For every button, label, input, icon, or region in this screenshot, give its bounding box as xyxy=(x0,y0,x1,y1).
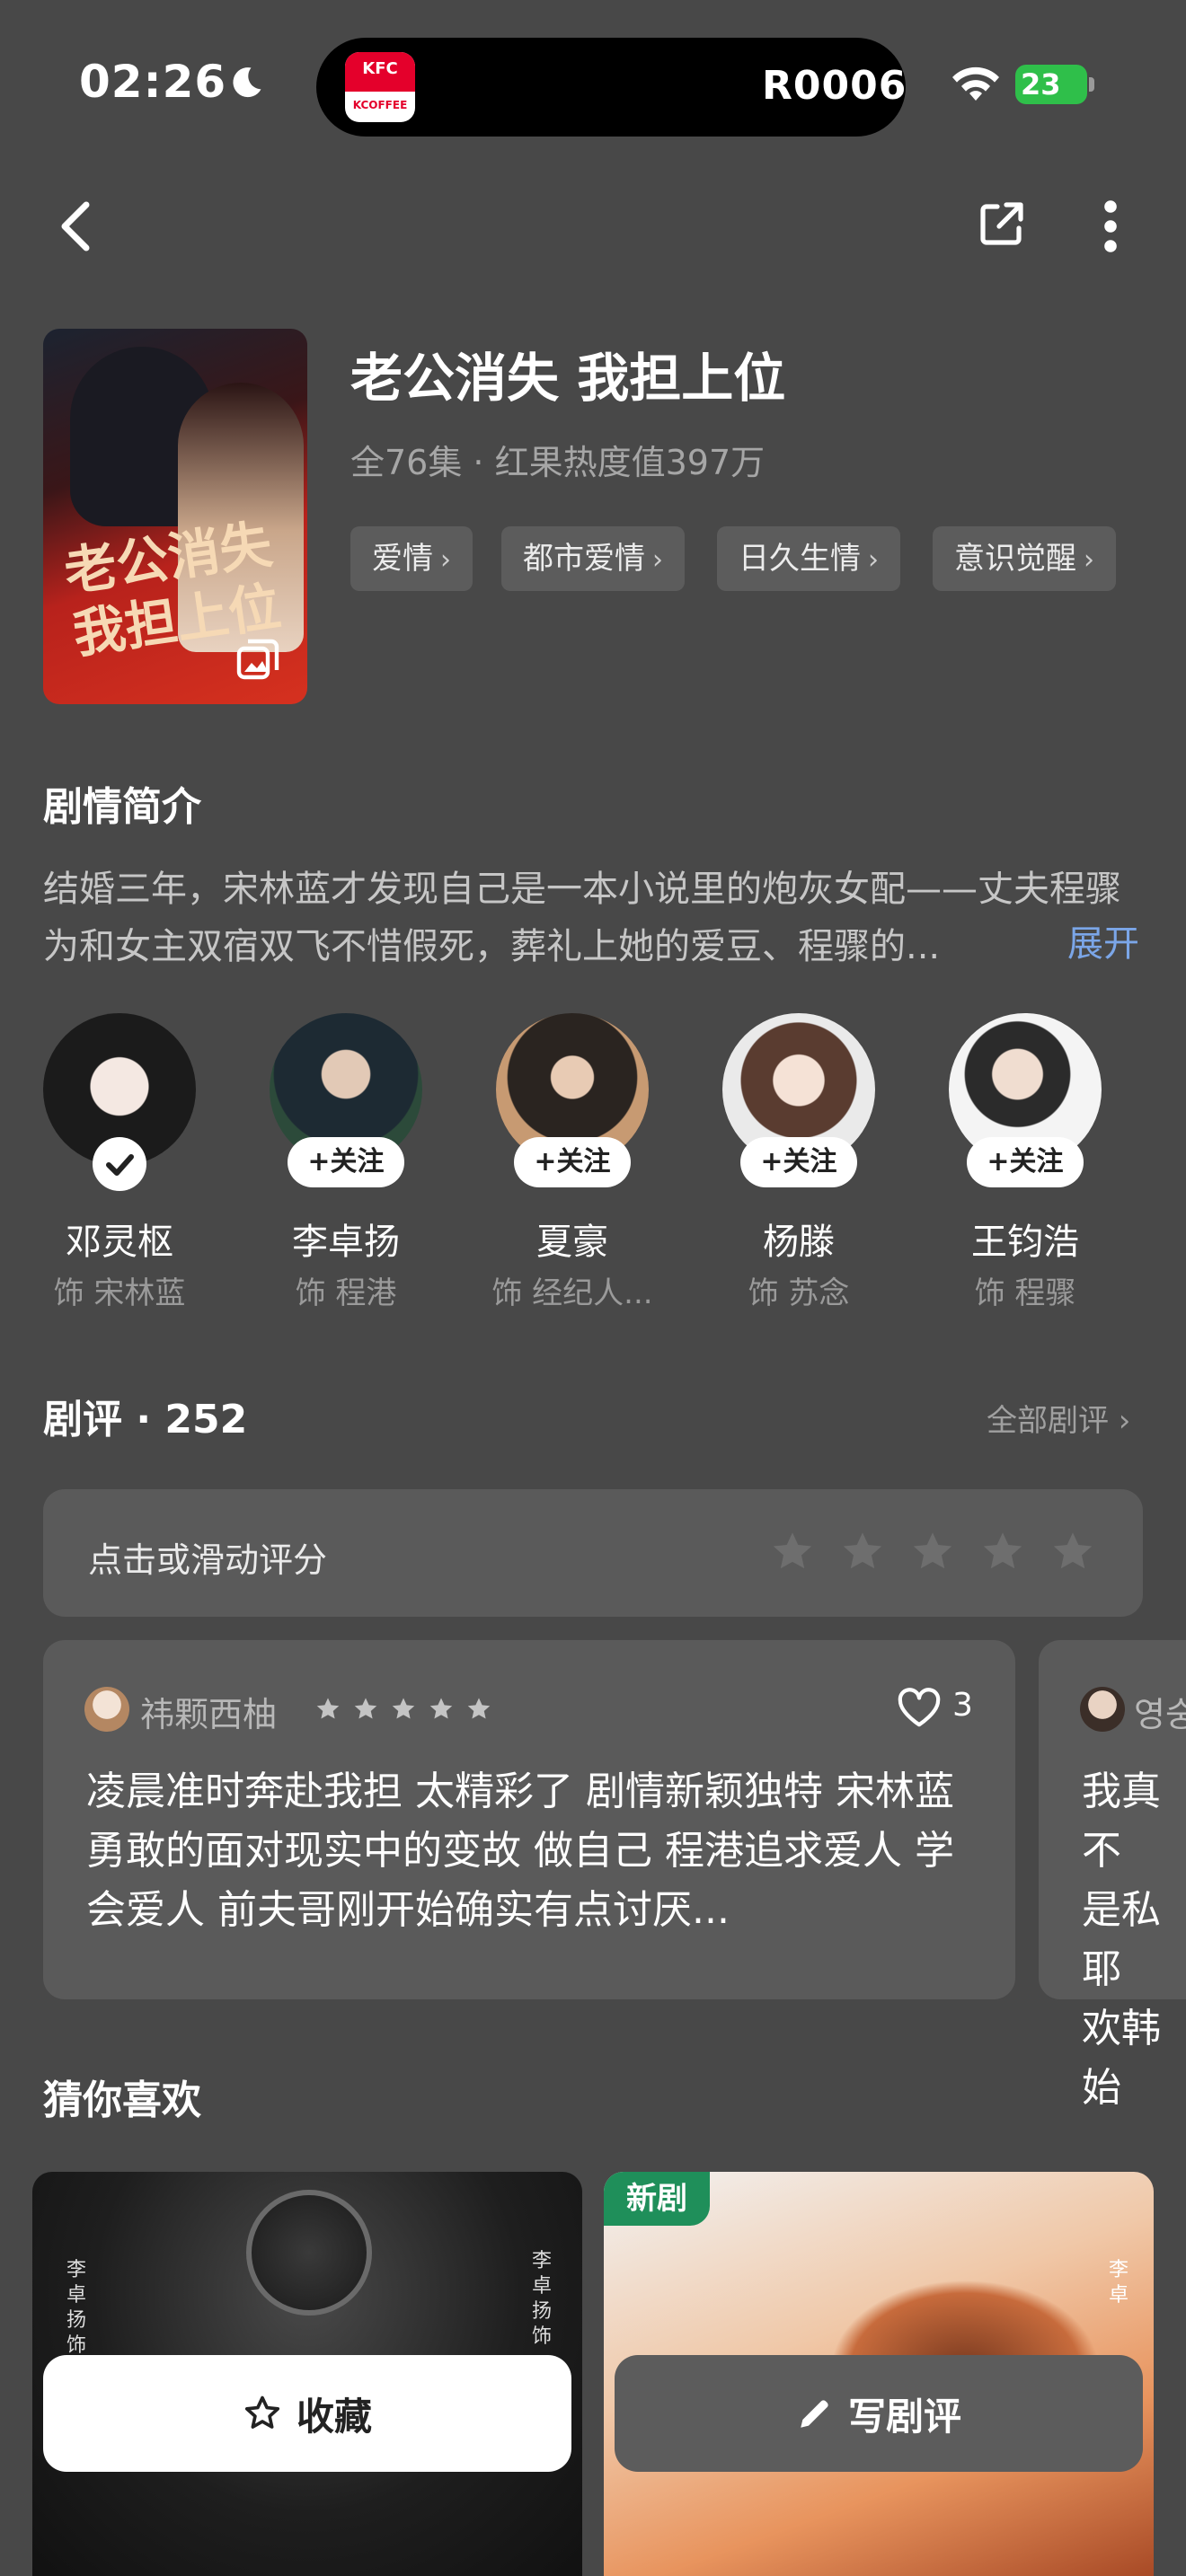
cast-name: 杨滕 xyxy=(763,1222,835,1263)
cast-role: 饰 程骤 xyxy=(974,1275,1076,1311)
cast-member[interactable]: +关注 夏豪 饰 经纪人... xyxy=(491,1013,653,1311)
poster-cast-text: 李卓扬 饰 xyxy=(66,2259,87,2357)
poster-cast-text: 李卓扬 饰 xyxy=(532,2250,553,2348)
kcoffee-logo-text: KCOFFEE xyxy=(352,99,408,111)
wifi-icon xyxy=(952,66,999,101)
heart-icon[interactable] xyxy=(897,1687,942,1728)
clock-icon xyxy=(246,2190,372,2316)
review-like-count: 3 xyxy=(952,1687,973,1724)
review-star-icon xyxy=(429,1698,453,1719)
pencil-icon xyxy=(801,2400,828,2428)
island-order-code: R0006 xyxy=(762,63,907,109)
new-show-badge: 新剧 xyxy=(604,2172,710,2226)
synopsis-text: 结婚三年，宋林蓝才发现自己是一本小说里的炮灰女配——丈夫程骤为和女主双宿双飞不惜… xyxy=(43,869,1121,967)
follow-button[interactable]: +关注 xyxy=(967,1137,1084,1187)
cast-member[interactable]: +关注 杨滕 饰 苏念 xyxy=(722,1013,875,1311)
cast-role: 饰 宋林蓝 xyxy=(53,1275,186,1311)
tag-romance[interactable]: 爱情 › xyxy=(350,526,473,591)
review-star-icon xyxy=(467,1698,491,1719)
all-reviews-link[interactable]: 全部剧评 › xyxy=(987,1396,1130,1440)
synopsis-title: 剧情简介 xyxy=(43,784,201,830)
battery-level: 23 xyxy=(1021,67,1061,101)
follow-button[interactable]: +关注 xyxy=(740,1137,857,1187)
kfc-logo-text: KFC xyxy=(362,59,398,78)
battery-indicator: 23 xyxy=(1015,65,1087,104)
followed-check-icon[interactable] xyxy=(93,1137,146,1191)
favorite-button[interactable]: 收藏 xyxy=(43,2355,571,2472)
write-review-label: 写剧评 xyxy=(847,2394,961,2439)
expand-synopsis-link[interactable]: 展开 xyxy=(1067,914,1139,966)
review-star-icon xyxy=(354,1698,377,1719)
star-outline-icon xyxy=(244,2395,280,2429)
share-icon[interactable] xyxy=(976,199,1026,250)
tag-slow-burn[interactable]: 日久生情 › xyxy=(717,526,900,591)
recommend-title: 猜你喜欢 xyxy=(43,2078,201,2123)
moon-icon xyxy=(233,67,261,98)
show-title: 老公消失 我担上位 xyxy=(350,348,786,409)
cast-member[interactable]: 邓灵枢 饰 宋林蓝 xyxy=(43,1013,196,1311)
more-options-icon[interactable] xyxy=(1100,198,1121,255)
tag-label: 意识觉醒 xyxy=(954,541,1076,577)
poster-cast-text: 李卓 xyxy=(1109,2259,1129,2307)
cast-role: 饰 经纪人... xyxy=(491,1275,653,1311)
cast-name: 邓灵枢 xyxy=(66,1222,173,1263)
kfc-app-icon: KFC KCOFFEE xyxy=(345,52,415,122)
reviewer-name[interactable]: 영숭 xyxy=(1134,1687,1186,1736)
follow-button[interactable]: +关注 xyxy=(288,1137,404,1187)
back-icon[interactable] xyxy=(54,198,97,255)
tag-label: 爱情 xyxy=(372,541,433,577)
cast-role: 饰 程港 xyxy=(295,1275,397,1311)
reviews-title: 剧评 · 252 xyxy=(43,1397,248,1442)
review-text[interactable]: 我真不 是私耶 欢韩始 xyxy=(1082,1762,1186,2118)
rating-star-icon[interactable] xyxy=(769,1529,816,1575)
cast-name: 夏豪 xyxy=(536,1222,608,1263)
follow-button[interactable]: +关注 xyxy=(514,1137,631,1187)
review-star-icon xyxy=(316,1698,340,1719)
status-time: 02:26 xyxy=(79,56,227,108)
rating-prompt: 点击或滑动评分 xyxy=(88,1540,328,1580)
cast-member[interactable]: +关注 王钧浩 饰 程骤 xyxy=(949,1013,1102,1311)
cast-name: 李卓扬 xyxy=(292,1222,400,1263)
show-meta: 全76集 · 红果热度值397万 xyxy=(350,443,766,482)
cast-role: 饰 苏念 xyxy=(748,1275,850,1311)
cast-name: 王钧浩 xyxy=(971,1222,1079,1263)
tag-urban-romance[interactable]: 都市爱情 › xyxy=(501,526,685,591)
tag-label: 都市爱情 xyxy=(523,541,645,577)
review-text[interactable]: 凌晨准时奔赴我担 太精彩了 剧情新颖独特 宋林蓝勇敢的面对现实中的变故 做自己 … xyxy=(86,1762,985,1940)
reviewer-name[interactable]: 祎颗西柚 xyxy=(140,1687,277,1736)
rating-star-icon[interactable] xyxy=(909,1529,956,1575)
favorite-label: 收藏 xyxy=(296,2394,372,2439)
rating-star-icon[interactable] xyxy=(979,1529,1026,1575)
reviewer-avatar[interactable] xyxy=(1080,1687,1125,1732)
gallery-icon[interactable] xyxy=(235,634,282,681)
tag-label: 日久生情 xyxy=(739,541,861,577)
battery-tip xyxy=(1089,77,1094,92)
write-review-button[interactable]: 写剧评 xyxy=(615,2355,1143,2472)
tag-awakening[interactable]: 意识觉醒 › xyxy=(933,526,1116,591)
reviewer-avatar[interactable] xyxy=(84,1687,129,1732)
review-star-icon xyxy=(392,1698,415,1719)
rating-star-icon[interactable] xyxy=(839,1529,886,1575)
cast-member[interactable]: +关注 李卓扬 饰 程港 xyxy=(270,1013,422,1311)
rating-star-icon[interactable] xyxy=(1049,1529,1096,1575)
